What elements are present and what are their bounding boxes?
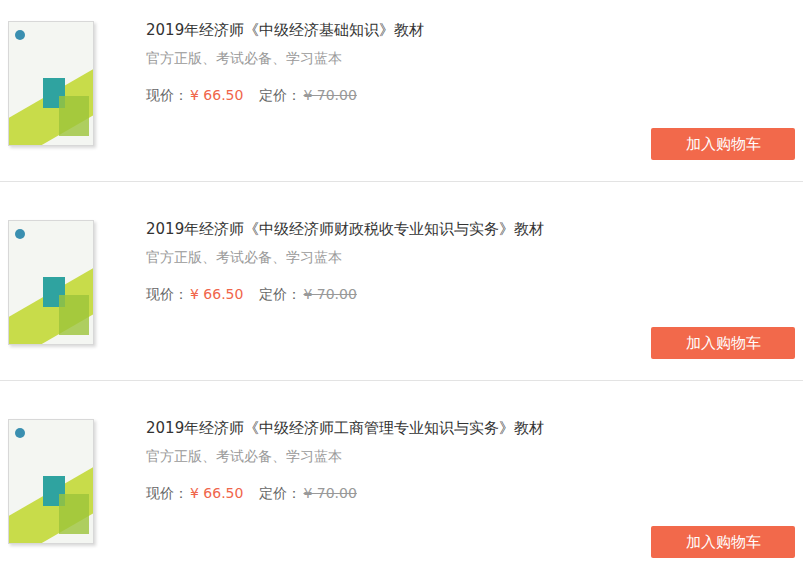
- price-line: 现价：¥ 66.50 定价：¥ 70.00: [146, 84, 795, 106]
- current-price: ¥ 66.50: [190, 286, 243, 302]
- product-list: 2019年经济师《中级经济基础知识》教材官方正版、考试必备、学习蓝本现价：¥ 6…: [0, 0, 803, 573]
- product-subtitle: 官方正版、考试必备、学习蓝本: [146, 446, 795, 466]
- product-subtitle: 官方正版、考试必备、学习蓝本: [146, 247, 795, 267]
- product-row: 2019年经济师《中级经济基础知识》教材官方正版、考试必备、学习蓝本现价：¥ 6…: [0, 0, 803, 182]
- product-row: 2019年经济师《中级经济师财政税收专业知识与实务》教材官方正版、考试必备、学习…: [0, 182, 803, 381]
- add-to-cart-button[interactable]: 加入购物车: [651, 327, 795, 359]
- product-row: 2019年经济师《中级经济师工商管理专业知识与实务》教材官方正版、考试必备、学习…: [0, 381, 803, 573]
- price-label: 现价：: [146, 87, 188, 103]
- book-cover[interactable]: [8, 419, 94, 544]
- price-line: 现价：¥ 66.50 定价：¥ 70.00: [146, 482, 795, 504]
- product-title[interactable]: 2019年经济师《中级经济基础知识》教材: [146, 18, 795, 42]
- product-info: 2019年经济师《中级经济师财政税收专业知识与实务》教材官方正版、考试必备、学习…: [146, 217, 795, 359]
- current-price: ¥ 66.50: [190, 485, 243, 501]
- product-info: 2019年经济师《中级经济师工商管理专业知识与实务》教材官方正版、考试必备、学习…: [146, 416, 795, 558]
- book-cover[interactable]: [8, 21, 94, 146]
- add-to-cart-button[interactable]: 加入购物车: [651, 526, 795, 558]
- list-price: ¥ 70.00: [303, 87, 356, 103]
- product-title[interactable]: 2019年经济师《中级经济师财政税收专业知识与实务》教材: [146, 217, 795, 241]
- product-subtitle: 官方正版、考试必备、学习蓝本: [146, 48, 795, 68]
- list-price-label: 定价：: [259, 485, 301, 501]
- add-to-cart-button[interactable]: 加入购物车: [651, 128, 795, 160]
- product-title[interactable]: 2019年经济师《中级经济师工商管理专业知识与实务》教材: [146, 416, 795, 440]
- list-price: ¥ 70.00: [303, 286, 356, 302]
- price-line: 现价：¥ 66.50 定价：¥ 70.00: [146, 283, 795, 305]
- current-price: ¥ 66.50: [190, 87, 243, 103]
- price-label: 现价：: [146, 286, 188, 302]
- price-label: 现价：: [146, 485, 188, 501]
- product-info: 2019年经济师《中级经济基础知识》教材官方正版、考试必备、学习蓝本现价：¥ 6…: [146, 18, 795, 160]
- list-price-label: 定价：: [259, 286, 301, 302]
- book-cover[interactable]: [8, 220, 94, 345]
- list-price-label: 定价：: [259, 87, 301, 103]
- list-price: ¥ 70.00: [303, 485, 356, 501]
